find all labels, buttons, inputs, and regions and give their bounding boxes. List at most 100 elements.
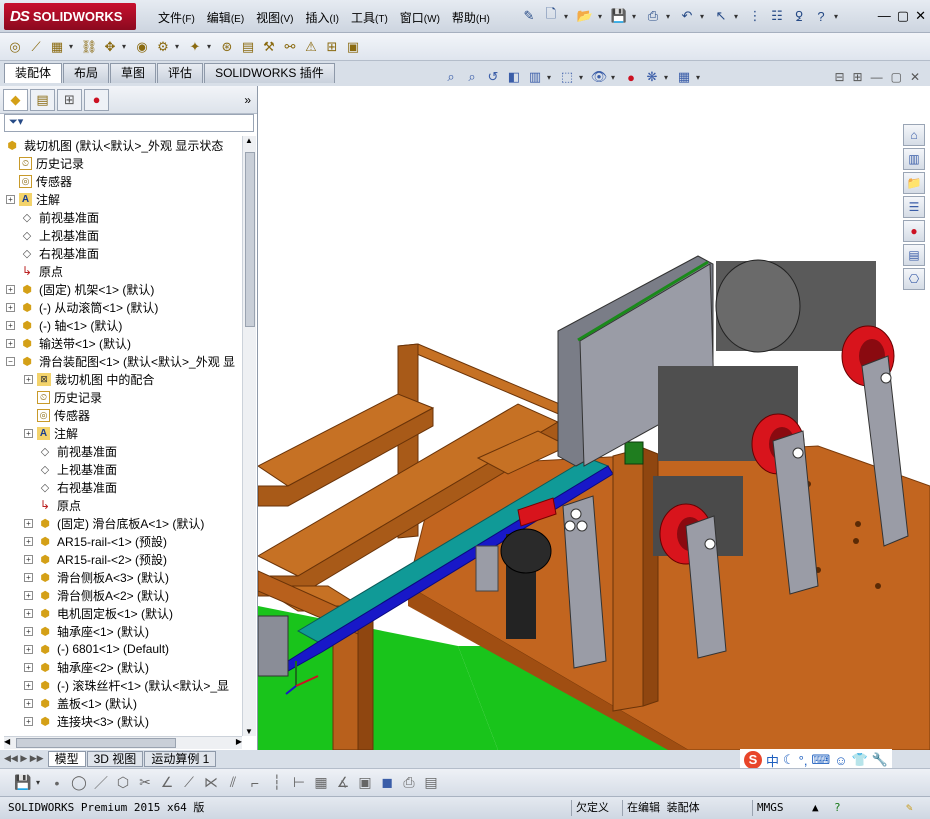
expand-icon[interactable]: +	[24, 536, 33, 546]
exploded-view-icon[interactable]: ⚒	[260, 38, 278, 56]
file-explorer-icon[interactable]: 📁	[903, 172, 925, 194]
trim-icon[interactable]: ✂	[136, 774, 154, 792]
tree-node[interactable]: + ⬢ 轴承座<1> (默认)	[24, 622, 149, 640]
tree-node[interactable]: ⏲ 历史记录	[24, 388, 102, 406]
view-orientation-icon[interactable]: ⬚	[558, 68, 576, 86]
tree-node[interactable]: ◇ 上视基准面	[24, 460, 117, 478]
previous-view-icon[interactable]: ↺	[484, 68, 502, 86]
tree-node[interactable]: + ⬢ AR15-rail-<2> (预設)	[24, 550, 167, 568]
view-palette-icon[interactable]: ☰	[903, 196, 925, 218]
tree-node[interactable]: + ⬢ (固定) 机架<1> (默认)	[6, 280, 154, 298]
tree-node[interactable]: ◇ 右视基准面	[24, 478, 117, 496]
smart-dimension-icon[interactable]: ⊢	[290, 774, 308, 792]
tree-node[interactable]: − ⬢ 滑台装配图<1> (默认<默认>_外观 显	[6, 352, 235, 370]
reference-geometry-icon[interactable]: ✦	[186, 38, 204, 56]
centerline-icon[interactable]: ┆	[268, 774, 286, 792]
scroll-up-icon[interactable]: ▲	[245, 136, 253, 145]
tab-assembly[interactable]: 装配体	[4, 63, 63, 83]
print-icon[interactable]: ⎙	[644, 7, 662, 25]
restore-icon[interactable]: ▢	[897, 8, 909, 24]
select-arrow-icon[interactable]: ↖	[712, 7, 730, 25]
tab-evaluate[interactable]: 评估	[157, 63, 204, 83]
new-dropdown-icon[interactable]: ▾	[564, 12, 572, 21]
custom-properties-icon[interactable]: ▤	[903, 244, 925, 266]
tab-solidworks-addins[interactable]: SOLIDWORKS 插件	[204, 63, 335, 83]
solidworks-resources-icon[interactable]: ⌂	[903, 124, 925, 146]
solidworks-forum-icon[interactable]: ⎔	[903, 268, 925, 290]
scene-dropdown-icon[interactable]: ▾	[664, 73, 672, 82]
tree-node[interactable]: + ⬢ (-) 轴<1> (默认)	[6, 316, 122, 334]
tree-node[interactable]: + ⬢ AR15-rail-<1> (预設)	[24, 532, 167, 550]
tab-3d-view[interactable]: 3D 视图	[86, 750, 144, 767]
expand-icon[interactable]: +	[24, 374, 33, 384]
options-icon[interactable]: ☷	[768, 7, 786, 25]
more-tabs-icon[interactable]: »	[244, 93, 251, 107]
zoom-to-fit-icon[interactable]: ⌕	[442, 68, 460, 86]
ime-user-icon[interactable]: ☺	[834, 753, 847, 768]
save-dropdown-icon[interactable]: ▾	[36, 778, 44, 787]
menu-file[interactable]: 文件(F)	[152, 9, 201, 26]
expand-icon[interactable]: +	[24, 644, 33, 654]
viewport-restore-icon[interactable]: ▢	[891, 70, 902, 84]
save-dropdown-icon[interactable]: ▾	[632, 12, 640, 21]
expand-icon[interactable]: +	[24, 662, 33, 672]
expand-icon[interactable]: +	[24, 590, 33, 600]
ime-moon-icon[interactable]: ☾	[783, 752, 795, 768]
tree-node[interactable]: + ⬢ 盖板<1> (默认)	[24, 694, 137, 712]
sketch-angle-icon[interactable]: ∡	[334, 774, 352, 792]
solidworks-logo[interactable]: DS SOLIDWORKS	[4, 3, 136, 30]
tree-horizontal-scrollbar[interactable]: ◀ ▶	[4, 736, 242, 749]
units-dropdown-icon[interactable]: ▲	[808, 800, 823, 816]
select-dropdown-icon[interactable]: ▾	[734, 12, 742, 21]
help-dropdown-icon[interactable]: ▾	[834, 12, 842, 21]
scroll-thumb[interactable]	[245, 152, 255, 327]
split-vertical-icon[interactable]: ⊞	[853, 70, 863, 84]
dynamic-annotation-icon[interactable]: ▥	[526, 68, 544, 86]
tree-node[interactable]: ◎ 传感器	[24, 406, 90, 424]
tab-motion-study-1[interactable]: 运动算例 1	[144, 750, 217, 767]
polygon-icon[interactable]: ⬡	[114, 774, 132, 792]
grid-icon[interactable]: ▦	[312, 774, 330, 792]
viewport-minimize-icon[interactable]: —	[871, 70, 883, 84]
instant3d-icon[interactable]: ▣	[344, 38, 362, 56]
tree-node[interactable]: + ⬢ 电机固定板<1> (默认)	[24, 604, 173, 622]
hide-show-dropdown-icon[interactable]: ▾	[611, 73, 619, 82]
viewport-close-icon[interactable]: ✕	[910, 70, 920, 84]
clearance-verification-icon[interactable]: ⊞	[323, 38, 341, 56]
expand-icon[interactable]: +	[24, 608, 33, 618]
expand-icon[interactable]: +	[24, 626, 33, 636]
reference-dropdown-icon[interactable]: ▾	[207, 42, 215, 51]
camera-icon[interactable]: ⎙	[400, 774, 418, 792]
save-icon[interactable]: 💾	[610, 7, 628, 25]
search-icon[interactable]: ꝿ	[790, 7, 808, 25]
scroll-down-icon[interactable]: ▼	[245, 727, 253, 736]
open-folder-icon[interactable]: 📂	[576, 7, 594, 25]
menu-insert[interactable]: 插入(I)	[300, 9, 345, 26]
3d-box-icon[interactable]: ▣	[356, 774, 374, 792]
traffic-light-icon[interactable]: ⋮	[746, 7, 764, 25]
mirror-icon[interactable]: ⟋	[180, 774, 198, 792]
display-style-dropdown-icon[interactable]: ▾	[579, 73, 587, 82]
expand-icon[interactable]: +	[6, 338, 15, 348]
bill-of-materials-icon[interactable]: ▤	[239, 38, 257, 56]
ime-language-toggle[interactable]: 中	[766, 751, 779, 770]
undo-dropdown-icon[interactable]: ▾	[700, 12, 708, 21]
quick-tips-icon[interactable]: ?	[830, 800, 845, 816]
minimize-icon[interactable]: —	[878, 8, 891, 24]
apply-scene-icon[interactable]: ❋	[643, 68, 661, 86]
save-icon[interactable]: 💾	[14, 774, 32, 792]
tree-node[interactable]: + ⬢ 滑台侧板A<2> (默认)	[24, 586, 169, 604]
expand-icon[interactable]: +	[6, 284, 15, 294]
configuration-manager-tab[interactable]: ⊞	[57, 88, 82, 111]
mate-icon[interactable]: ⟋	[27, 38, 45, 56]
tab-model[interactable]: 模型	[47, 750, 86, 767]
corner-rectangle-icon[interactable]: ⌐	[246, 774, 264, 792]
tree-node[interactable]: ◇ 前视基准面	[6, 208, 99, 226]
tree-node[interactable]: + ⬢ 滑台侧板A<3> (默认)	[24, 568, 169, 586]
menu-edit[interactable]: 编辑(E)	[201, 9, 250, 26]
hscroll-thumb[interactable]	[16, 738, 176, 748]
menu-window[interactable]: 窗口(W)	[394, 9, 446, 26]
view-settings-dropdown-icon[interactable]: ▾	[696, 73, 704, 82]
display-manager-tab[interactable]: ●	[84, 88, 109, 111]
tree-node[interactable]: + ⬢ (-) 滚珠丝杆<1> (默认<默认>_显	[24, 676, 229, 694]
